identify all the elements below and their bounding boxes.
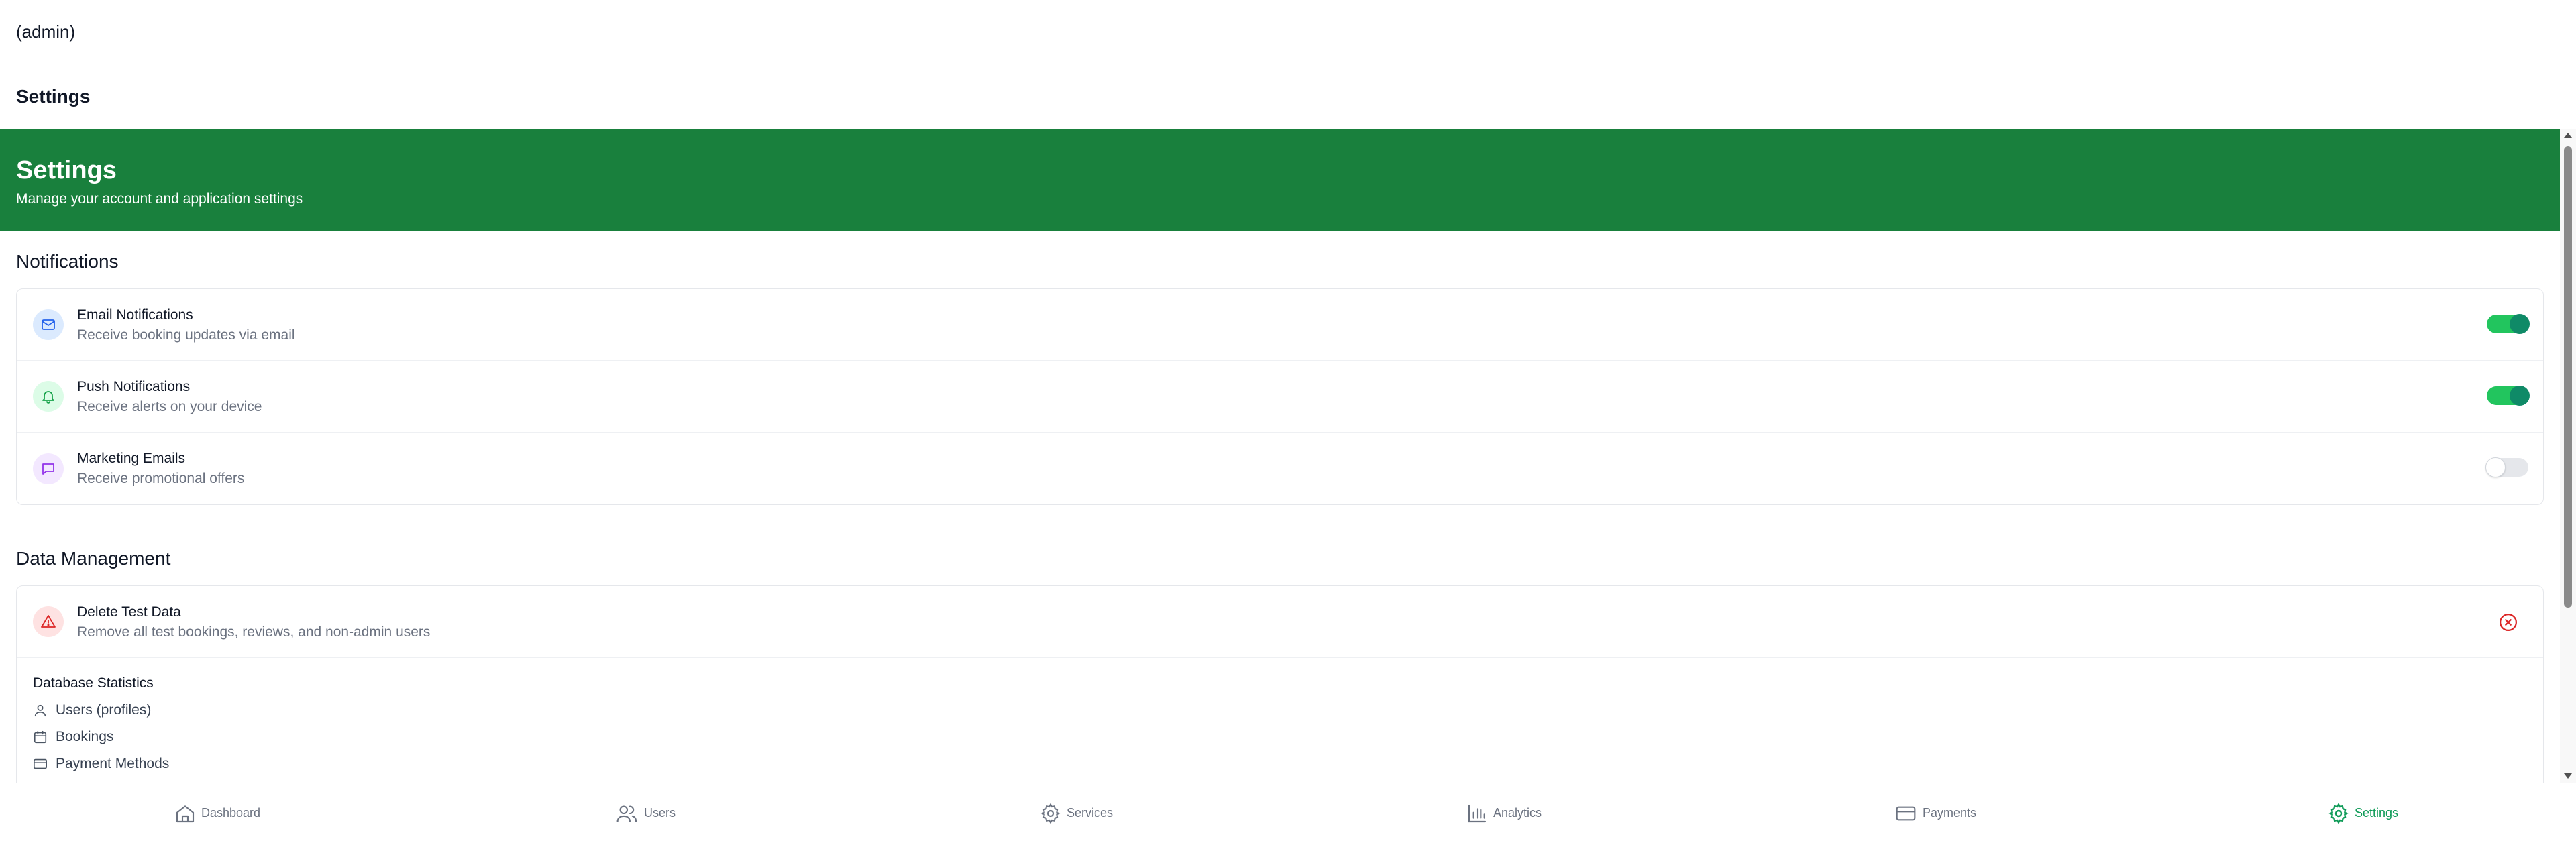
stat-label: Bookings [56,728,114,744]
bell-icon [33,381,64,412]
users-icon [616,805,637,822]
notification-subtitle: Receive alerts on your device [77,398,262,414]
notification-row-email: Email Notifications Receive booking upda… [17,289,2543,361]
toggle-knob [2510,386,2530,406]
user-icon [34,704,46,716]
page-title: Settings [16,86,91,107]
page-header: Settings [0,64,2576,129]
delete-test-data-button[interactable] [2498,612,2519,633]
credit-card-icon [34,758,47,769]
nav-label: Analytics [1493,806,1542,820]
notification-title: Marketing Emails [77,451,186,466]
notifications-section-title: Notifications [16,251,119,272]
nav-item-settings[interactable]: Settings [2328,783,2398,843]
stat-users: Users (profiles) [33,701,2527,719]
nav-item-services[interactable]: Services [1040,783,1113,843]
notification-subtitle: Receive booking updates via email [77,327,295,343]
nav-label: Settings [2355,806,2399,820]
scrollbar-thumb[interactable] [2564,146,2572,608]
stat-label: Users (profiles) [56,701,152,718]
bar-chart-icon [1468,804,1487,822]
notification-title: Email Notifications [77,306,193,323]
bottom-navigation: Dashboard Users Services Analytics Payme… [0,783,2576,842]
notification-row-push: Push Notifications Receive alerts on you… [17,361,2543,433]
stat-bookings: Bookings [33,728,2527,746]
nav-label: Payments [1923,806,1977,820]
stat-payment-methods: Payment Methods [33,754,2527,773]
nav-item-users[interactable]: Users [616,783,676,843]
notification-title: Push Notifications [77,378,191,394]
data-management-section-title: Data Management [16,548,171,569]
notification-subtitle: Receive promotional offers [77,471,245,486]
nav-item-payments[interactable]: Payments [1894,783,1976,843]
nav-label: Users [644,806,676,820]
settings-content: Settings Manage your account and applica… [0,129,2560,783]
nav-item-dashboard[interactable]: Dashboard [174,783,260,843]
message-icon [33,453,64,484]
delete-test-data-row: Delete Test Data Remove all test booking… [17,586,2543,658]
nav-item-analytics[interactable]: Analytics [1466,783,1542,843]
database-statistics: Database Statistics Users (profiles) Boo… [17,658,2543,773]
top-bar: (admin) [0,0,2576,64]
toggle-knob [2510,314,2530,334]
nav-label: Services [1067,806,1114,820]
database-statistics-title: Database Statistics [33,675,154,691]
hero-subtitle: Manage your account and application sett… [16,191,303,207]
email-notifications-toggle[interactable] [2487,314,2530,334]
mail-icon [33,309,64,340]
notification-row-marketing: Marketing Emails Receive promotional off… [17,433,2543,504]
scroll-up-arrow[interactable] [2560,129,2576,142]
hero-title: Settings [16,156,117,184]
vertical-scrollbar[interactable] [2560,129,2576,783]
stat-label: Payment Methods [56,755,170,771]
scroll-down-arrow[interactable] [2560,769,2576,783]
data-management-card: Delete Test Data Remove all test booking… [16,585,2544,783]
notifications-card: Email Notifications Receive booking upda… [16,288,2544,505]
toggle-knob [2485,457,2506,477]
user-role-label: (admin) [16,21,76,42]
close-circle-icon [2500,614,2517,631]
home-icon [176,805,195,822]
delete-test-data-subtitle: Remove all test bookings, reviews, and n… [77,624,431,640]
credit-card-icon [1896,806,1916,820]
settings-scroll-area[interactable]: Settings Manage your account and applica… [0,129,2576,783]
settings-hero-banner: Settings Manage your account and applica… [0,129,2560,231]
gear-icon [1040,803,1061,824]
gear-icon [2328,802,2349,824]
push-notifications-toggle[interactable] [2487,386,2530,406]
nav-label: Dashboard [201,806,261,820]
marketing-emails-toggle[interactable] [2485,457,2528,477]
warning-icon [33,606,64,637]
delete-test-data-title: Delete Test Data [77,604,181,620]
calendar-icon [34,730,47,743]
